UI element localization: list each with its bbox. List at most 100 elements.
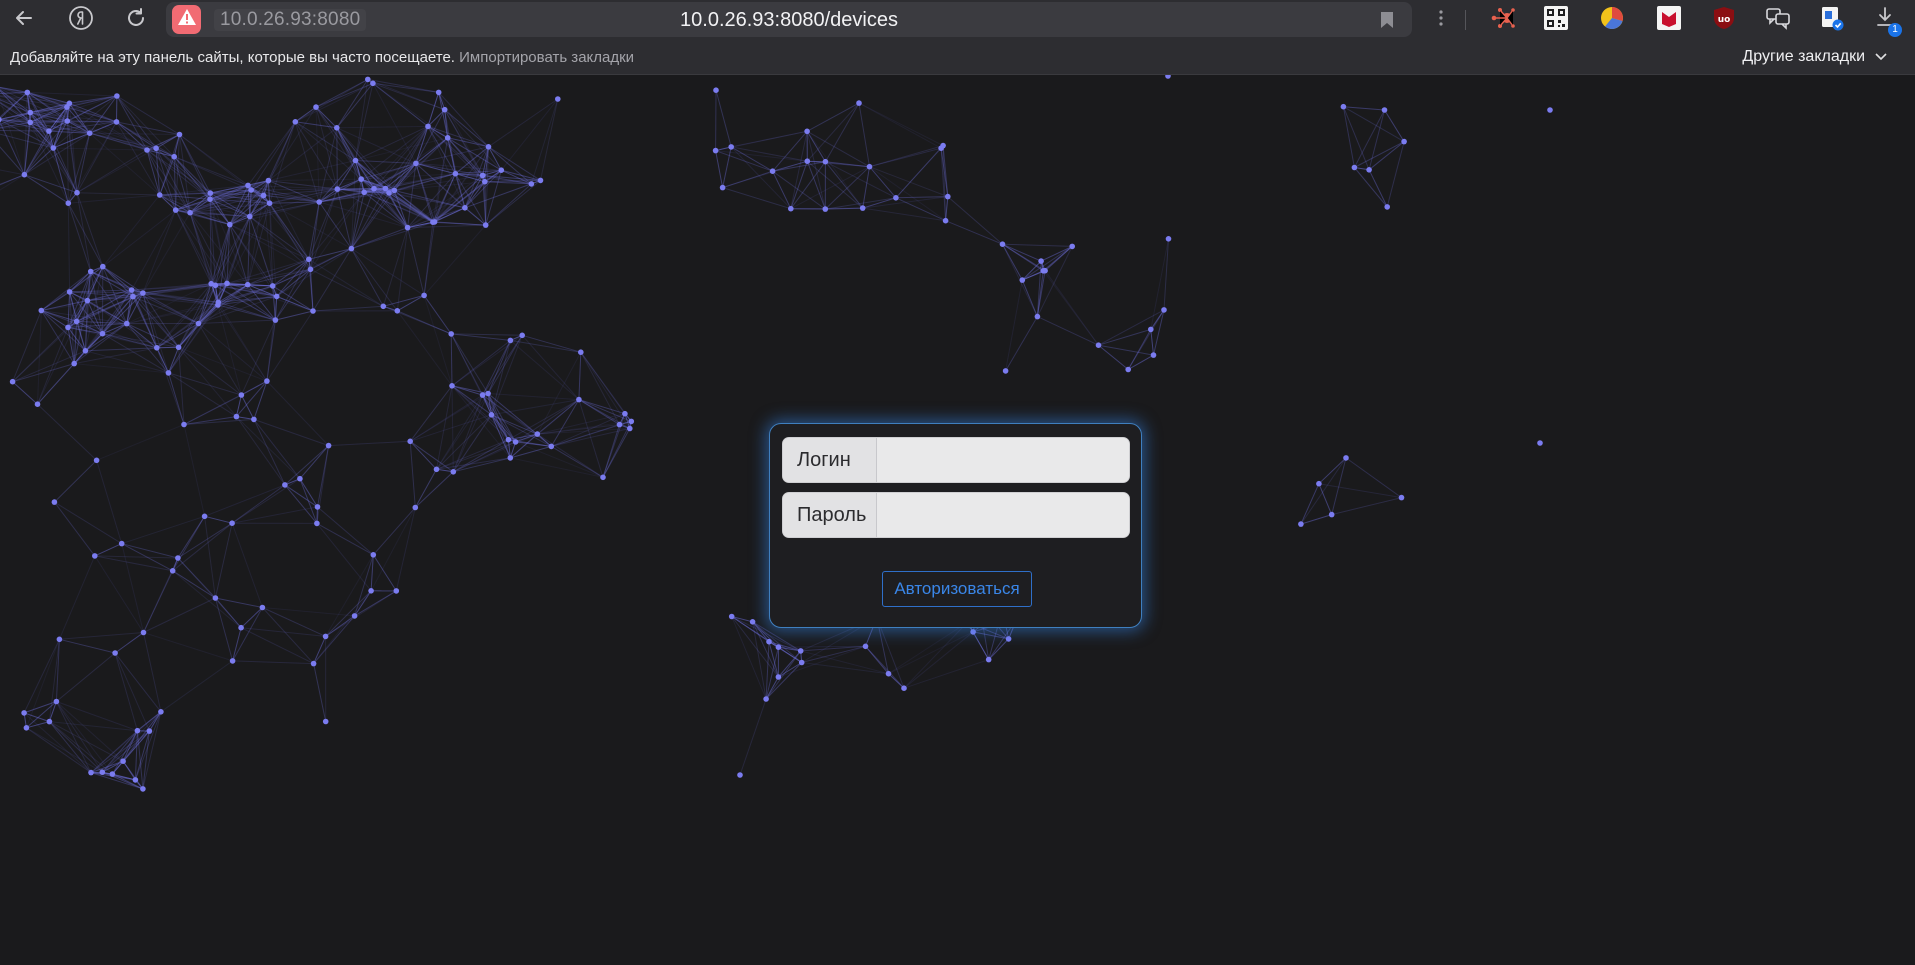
network-node xyxy=(229,520,235,526)
network-node xyxy=(233,413,240,420)
password-field-group: Пароль xyxy=(782,492,1130,538)
network-node xyxy=(310,308,316,314)
network-node xyxy=(314,520,320,527)
network-link xyxy=(96,424,185,461)
import-bookmarks-link[interactable]: Импортировать закладки xyxy=(459,49,634,66)
network-link xyxy=(536,351,582,435)
back-button[interactable] xyxy=(8,4,40,36)
network-node xyxy=(56,636,63,643)
network-link xyxy=(232,660,314,665)
password-input[interactable] xyxy=(877,493,1129,537)
network-link xyxy=(715,90,732,148)
network-node xyxy=(370,80,376,87)
login-input[interactable] xyxy=(877,438,1129,482)
extension-translate-button[interactable] xyxy=(1763,5,1793,35)
network-link xyxy=(515,441,604,478)
network-link xyxy=(24,132,90,176)
network-node xyxy=(763,696,769,702)
network-link xyxy=(23,712,50,723)
network-node xyxy=(175,555,181,561)
reload-icon xyxy=(125,7,147,34)
network-link xyxy=(423,295,453,386)
network-link xyxy=(232,607,263,662)
network-node xyxy=(382,185,389,192)
network-node xyxy=(132,777,139,783)
network-link xyxy=(175,209,216,286)
network-node xyxy=(259,604,266,611)
network-node xyxy=(316,199,323,205)
network-node xyxy=(314,504,321,510)
network-node xyxy=(1298,521,1304,527)
network-node xyxy=(34,401,41,408)
network-link xyxy=(0,174,25,186)
network-node xyxy=(488,412,495,418)
network-link xyxy=(23,712,92,773)
network-link xyxy=(947,196,1003,245)
network-link xyxy=(436,439,509,470)
yandex-home-button[interactable] xyxy=(65,4,97,36)
network-link xyxy=(945,220,1003,245)
network-node xyxy=(856,100,862,106)
network-link xyxy=(236,416,301,480)
bookmark-icon[interactable] xyxy=(1380,11,1394,34)
network-link xyxy=(143,597,216,633)
network-node xyxy=(113,119,120,125)
reload-button[interactable] xyxy=(120,4,152,36)
extension-chart-button[interactable] xyxy=(1597,5,1627,35)
network-link xyxy=(49,721,103,773)
login-card: Логин Пароль Авторизоваться xyxy=(769,423,1142,628)
address-url[interactable]: 10.0.26.93:8080/devices xyxy=(166,9,1412,32)
network-link xyxy=(580,351,631,429)
network-node xyxy=(140,290,146,296)
network-link xyxy=(240,627,314,665)
other-bookmarks-button[interactable]: Другие закладки xyxy=(1742,48,1887,66)
network-link xyxy=(1021,260,1042,281)
network-link xyxy=(1342,106,1370,170)
address-bar[interactable]: 10.0.26.93:8080 10.0.26.93:8080/devices xyxy=(166,2,1412,37)
extension-network-button[interactable] xyxy=(1488,5,1518,35)
shield-m-icon xyxy=(1657,5,1681,35)
network-link xyxy=(1354,141,1405,168)
network-link xyxy=(510,340,580,400)
network-node xyxy=(165,370,172,376)
extension-qr-button[interactable] xyxy=(1541,5,1571,35)
network-node xyxy=(394,308,401,314)
browser-menu-button[interactable] xyxy=(1426,5,1456,35)
network-node xyxy=(140,629,147,636)
network-node xyxy=(212,282,219,289)
network-link xyxy=(521,334,580,400)
network-node xyxy=(100,263,106,270)
network-link xyxy=(76,192,160,196)
login-button[interactable]: Авторизоваться xyxy=(882,571,1032,607)
login-label: Логин xyxy=(783,438,877,482)
network-node xyxy=(82,348,89,354)
extension-mcafee-button[interactable] xyxy=(1654,5,1684,35)
network-link xyxy=(67,291,71,328)
network-link xyxy=(336,79,369,129)
network-link xyxy=(49,721,113,775)
network-node xyxy=(154,345,160,351)
network-node xyxy=(479,172,486,179)
network-node xyxy=(893,195,899,201)
network-link xyxy=(231,484,286,524)
network-node xyxy=(66,289,73,295)
network-link xyxy=(12,381,38,405)
network-node xyxy=(260,192,267,199)
network-link xyxy=(1300,483,1320,525)
password-label: Пароль xyxy=(783,493,877,537)
network-link xyxy=(312,305,384,312)
network-link xyxy=(1002,243,1073,247)
network-link xyxy=(262,607,326,637)
network-link xyxy=(272,285,314,312)
network-node xyxy=(999,241,1006,247)
network-node xyxy=(449,383,455,389)
network-link xyxy=(540,98,559,181)
extension-docs-button[interactable] xyxy=(1817,5,1847,35)
network-node xyxy=(1148,326,1154,333)
network-link xyxy=(231,523,263,608)
network-link xyxy=(1300,457,1347,525)
network-link xyxy=(204,484,286,517)
downloads-button[interactable]: 1 xyxy=(1872,5,1902,37)
network-node xyxy=(507,337,514,344)
extension-ublock-button[interactable]: uo xyxy=(1709,5,1739,35)
